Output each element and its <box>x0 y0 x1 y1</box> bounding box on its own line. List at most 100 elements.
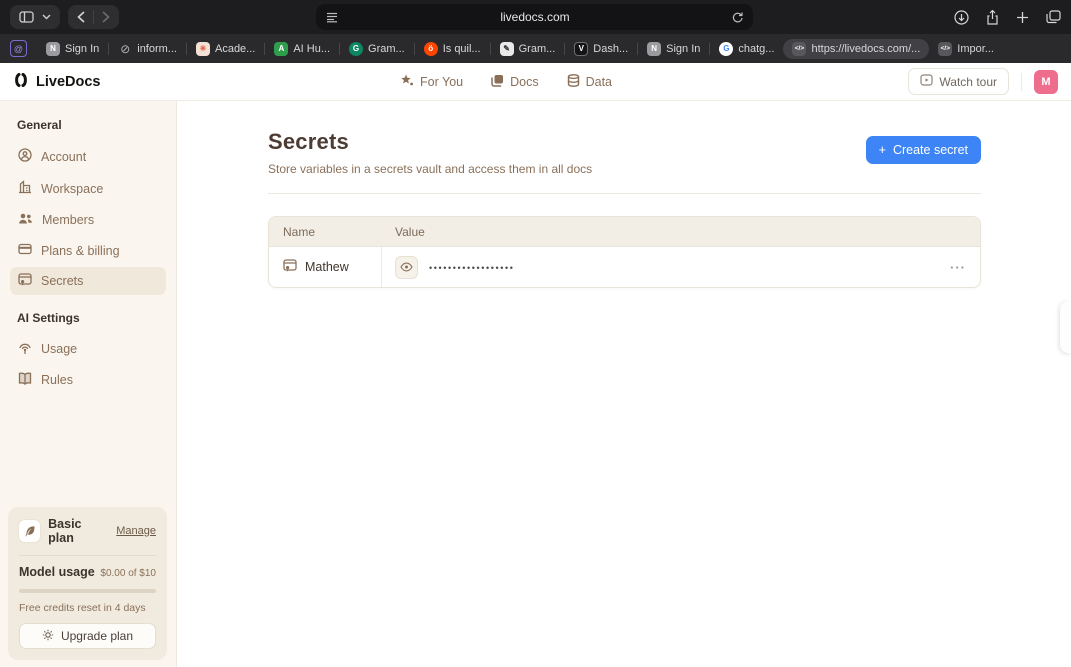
notion-icon: N <box>46 42 60 56</box>
nav-for-you[interactable]: For You <box>400 73 463 90</box>
reddit-icon: ö <box>424 42 438 56</box>
bookmark-inform[interactable]: ⊘ inform... <box>109 39 186 59</box>
collapsed-panel-handle[interactable] <box>1060 301 1071 353</box>
table-row[interactable]: Mathew •••••••••••••••••• ··· <box>269 247 980 287</box>
nav-history-group <box>68 5 119 29</box>
sidebar-item-members[interactable]: Members <box>10 206 166 234</box>
bookmark-label: https://livedocs.com/... <box>811 43 920 55</box>
app-body: General Account Workspace Members Plans … <box>0 101 1071 667</box>
section-title-ai-settings: AI Settings <box>17 311 159 325</box>
main-nav: For You Docs Data <box>386 73 626 90</box>
chevron-down-icon[interactable] <box>42 14 51 20</box>
forward-icon[interactable] <box>102 11 110 23</box>
browser-sidebar-icon[interactable] <box>19 11 34 23</box>
workspace-icon <box>18 180 32 197</box>
play-window-icon <box>920 74 933 89</box>
main-content: Secrets Store variables in a secrets vau… <box>177 101 1071 667</box>
account-icon <box>18 148 32 165</box>
shield-icon: V <box>574 42 588 56</box>
sidebar-toggle-group <box>10 5 60 29</box>
bookmark-livedocs-active[interactable]: </>https://livedocs.com/... <box>783 39 929 59</box>
address-bar[interactable]: livedocs.com <box>316 4 753 30</box>
tab-bar-actions <box>954 10 1061 25</box>
column-header-value: Value <box>382 225 425 239</box>
bookmark-gram-2[interactable]: ✎ Gram... <box>491 39 565 59</box>
flower-icon: ✳ <box>196 42 210 56</box>
downloads-icon[interactable] <box>954 10 969 25</box>
tab-overview-icon[interactable] <box>1046 10 1061 24</box>
sidebar-item-label: Rules <box>41 373 73 387</box>
model-usage-value: $0.00 of $10 <box>100 568 156 579</box>
browser-tab-bar: livedocs.com <box>0 0 1071 34</box>
sidebar-item-usage[interactable]: Usage <box>10 335 166 363</box>
sidebar-item-secrets[interactable]: Secrets <box>10 267 166 295</box>
google-icon: G <box>719 42 733 56</box>
sidebar-item-rules[interactable]: Rules <box>10 366 166 394</box>
bookmark-label: Gram... <box>519 43 556 55</box>
secret-name-cell: Mathew <box>269 247 382 287</box>
bookmark-quill[interactable]: ö Is quil... <box>415 39 490 59</box>
code-icon: </> <box>938 42 952 56</box>
bookmark-grammarly[interactable]: GGram... <box>340 39 414 59</box>
bookmark-label: Impor... <box>957 43 994 55</box>
sidebar-item-label: Members <box>42 213 94 227</box>
row-options-menu[interactable]: ··· <box>950 260 980 275</box>
bookmark-import[interactable]: </> Impor... <box>929 39 1003 59</box>
sidebar-item-workspace[interactable]: Workspace <box>10 174 166 203</box>
bookmark-label: Sign In <box>65 43 99 55</box>
bookmarks-bar: @ N Sign In ⊘ inform... ✳ Acade... AAI Hu..… <box>0 34 1071 63</box>
pill-separator <box>93 10 94 24</box>
upgrade-plan-label: Upgrade plan <box>61 629 133 643</box>
brand[interactable]: LiveDocs <box>13 72 100 92</box>
nav-label: For You <box>420 75 463 89</box>
bookmark-chatgpt[interactable]: Gchatg... <box>710 39 783 59</box>
section-title-general: General <box>17 118 159 132</box>
reader-view-icon[interactable] <box>326 12 338 23</box>
credits-reset-note: Free credits reset in 4 days <box>19 602 156 614</box>
bookmark-dash[interactable]: V Dash... <box>565 39 637 59</box>
new-tab-icon[interactable] <box>1016 11 1029 24</box>
bookmark-label: Dash... <box>593 43 628 55</box>
bookmark-signin-2[interactable]: NSign In <box>638 39 709 59</box>
plan-card: Basic plan Manage Model usage $0.00 of $… <box>8 507 167 660</box>
slash-circle-icon: ⊘ <box>118 42 132 56</box>
sidebar-item-label: Secrets <box>41 274 83 288</box>
members-icon <box>18 212 33 228</box>
create-secret-label: Create secret <box>893 143 968 157</box>
watch-tour-button[interactable]: Watch tour <box>908 68 1009 95</box>
url-text: livedocs.com <box>338 10 732 24</box>
share-icon[interactable] <box>986 10 999 25</box>
page-heading-group: Secrets Store variables in a secrets vau… <box>268 129 592 176</box>
grammarly-icon: G <box>349 42 363 56</box>
upgrade-plan-button[interactable]: Upgrade plan <box>19 623 156 649</box>
avatar[interactable]: M <box>1034 70 1058 94</box>
sidebar-item-plans-billing[interactable]: Plans & billing <box>10 237 166 264</box>
sidebar-item-account[interactable]: Account <box>10 142 166 171</box>
back-icon[interactable] <box>77 11 85 23</box>
create-secret-button[interactable]: + Create secret <box>866 136 981 164</box>
bookmark-label: inform... <box>137 43 177 55</box>
nav-data[interactable]: Data <box>567 74 612 90</box>
app-header: LiveDocs For You Docs Data Watch tour M <box>0 63 1071 101</box>
watch-tour-label: Watch tour <box>939 75 997 89</box>
plan-card-divider <box>19 555 156 556</box>
bookmark-signin-1[interactable]: N Sign In <box>37 39 108 59</box>
bookmark-ai-hub[interactable]: AAI Hu... <box>265 39 339 59</box>
notion-icon: N <box>647 42 661 56</box>
bookmark-label: Is quil... <box>443 43 481 55</box>
masked-secret-value: •••••••••••••••••• <box>429 261 515 273</box>
header-separator <box>1021 73 1022 91</box>
table-header-row: Name Value <box>269 217 980 247</box>
extension-icon[interactable]: @ <box>10 40 27 57</box>
quill-icon: ✎ <box>500 42 514 56</box>
database-icon <box>567 74 580 90</box>
sparkle-gear-icon <box>42 629 54 644</box>
sidebar-item-label: Workspace <box>41 182 103 196</box>
nav-docs[interactable]: Docs <box>491 74 538 90</box>
bookmark-label: AI Hu... <box>293 43 330 55</box>
reload-icon[interactable] <box>732 11 743 23</box>
bookmark-academy[interactable]: ✳ Acade... <box>187 39 264 59</box>
bookmark-label: Acade... <box>215 43 255 55</box>
reveal-eye-button[interactable] <box>395 256 418 279</box>
manage-link[interactable]: Manage <box>116 525 156 537</box>
